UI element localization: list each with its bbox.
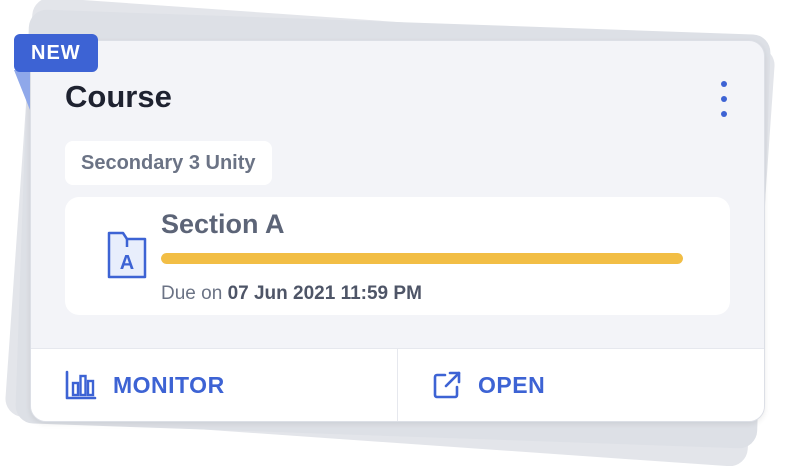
bar-chart-icon: [65, 370, 97, 400]
assignment-item[interactable]: A Section A Due on 07 Jun 2021 11:59 PM: [65, 197, 730, 315]
card-actions: MONITOR OPEN: [31, 348, 764, 421]
monitor-label: MONITOR: [113, 371, 225, 398]
open-button[interactable]: OPEN: [397, 349, 764, 421]
due-prefix: Due on: [161, 283, 223, 304]
badge-ribbon-fold: [14, 70, 30, 110]
due-date-value: 07 Jun 2021 11:59 PM: [227, 283, 422, 304]
folder-letter-icon: A: [105, 229, 149, 281]
due-date-text: Due on 07 Jun 2021 11:59 PM: [161, 283, 422, 305]
progress-bar-fill: [161, 253, 683, 264]
course-card[interactable]: Course Secondary 3 Unity A Section A Due…: [30, 40, 765, 422]
progress-bar: [161, 253, 683, 264]
open-label: OPEN: [478, 371, 546, 398]
assignment-title: Section A: [161, 209, 285, 239]
course-card-stack: Course Secondary 3 Unity A Section A Due…: [0, 0, 790, 466]
card-title: Course: [65, 79, 172, 114]
monitor-button[interactable]: MONITOR: [31, 349, 397, 421]
more-options-icon[interactable]: [714, 81, 734, 117]
class-chip: Secondary 3 Unity: [65, 141, 272, 185]
external-link-icon: [432, 370, 462, 400]
new-badge: NEW: [14, 34, 98, 72]
svg-text:A: A: [120, 252, 134, 274]
